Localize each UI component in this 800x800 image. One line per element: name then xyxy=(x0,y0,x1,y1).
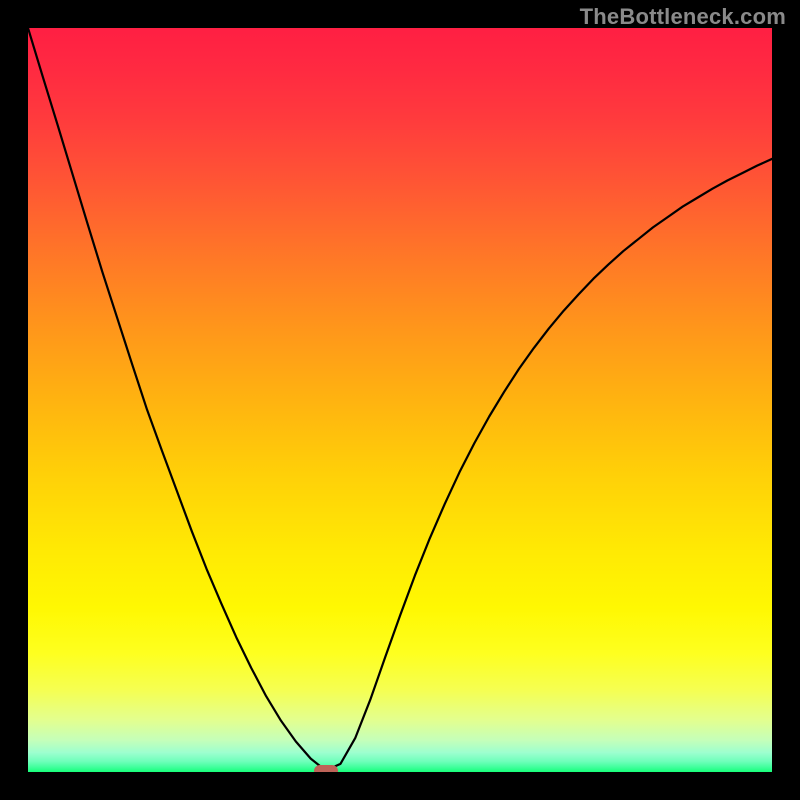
plot-area xyxy=(28,28,772,772)
minimum-marker xyxy=(314,765,338,773)
bottleneck-curve xyxy=(28,28,772,772)
chart-frame: TheBottleneck.com xyxy=(0,0,800,800)
watermark-text: TheBottleneck.com xyxy=(580,4,786,30)
